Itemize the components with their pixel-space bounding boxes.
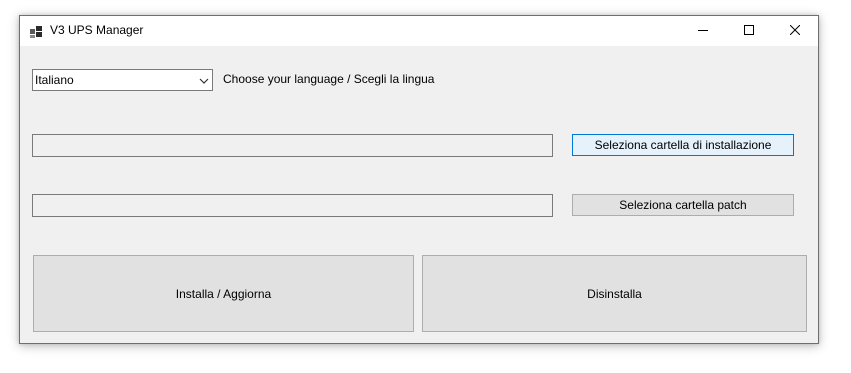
uninstall-button[interactable]: Disinstalla (422, 255, 807, 332)
app-window: V3 UPS Manager Italiano Choose your lang… (19, 15, 819, 344)
language-label: Choose your language / Scegli la lingua (223, 72, 435, 86)
close-button[interactable] (772, 16, 818, 46)
select-patch-folder-button[interactable]: Seleziona cartella patch (572, 194, 794, 216)
language-select-value: Italiano (35, 73, 74, 87)
language-select[interactable]: Italiano (32, 69, 213, 91)
install-folder-field[interactable] (32, 134, 553, 157)
title-bar[interactable]: V3 UPS Manager (20, 16, 818, 46)
app-icon (30, 25, 42, 38)
close-icon (789, 22, 801, 40)
maximize-button[interactable] (726, 16, 772, 46)
window-title: V3 UPS Manager (50, 23, 144, 37)
chevron-down-icon[interactable] (198, 74, 210, 86)
install-update-button[interactable]: Installa / Aggiorna (33, 255, 414, 332)
minimize-icon (698, 22, 708, 40)
select-install-folder-button[interactable]: Seleziona cartella di installazione (572, 134, 794, 156)
minimize-button[interactable] (680, 16, 726, 46)
patch-folder-field[interactable] (32, 194, 553, 217)
maximize-icon (744, 22, 754, 40)
